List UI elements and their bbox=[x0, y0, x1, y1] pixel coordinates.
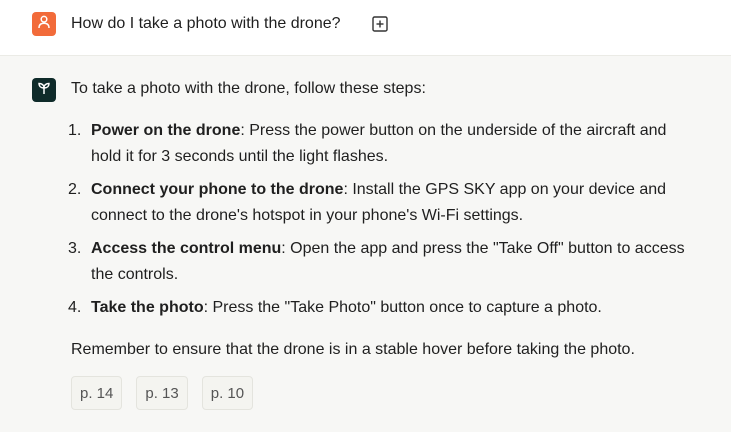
page-reference-chip[interactable]: p. 14 bbox=[71, 376, 123, 410]
user-avatar bbox=[32, 12, 56, 36]
user-question: How do I take a photo with the drone? bbox=[71, 15, 341, 32]
assistant-message-row: To take a photo with the drone, follow t… bbox=[0, 56, 731, 432]
step-item: 4. Take the photo: Press the "Take Photo… bbox=[68, 295, 688, 321]
step-number: 4. bbox=[68, 299, 82, 316]
page-reference-chip[interactable]: p. 13 bbox=[136, 376, 188, 410]
sprout-icon bbox=[36, 80, 52, 101]
step-title: Power on the drone bbox=[91, 122, 241, 139]
step-number: 1. bbox=[68, 122, 82, 139]
step-title: Take the photo bbox=[91, 299, 204, 316]
page-references: p. 14 p. 13 p. 10 bbox=[71, 376, 254, 410]
assistant-avatar bbox=[32, 78, 56, 102]
step-number: 2. bbox=[68, 181, 82, 198]
user-message-row: How do I take a photo with the drone? bbox=[0, 0, 731, 56]
step-item: 2. Connect your phone to the drone: Inst… bbox=[68, 177, 688, 229]
step-item: 3. Access the control menu: Open the app… bbox=[68, 236, 688, 288]
answer-outro: Remember to ensure that the drone is in … bbox=[71, 341, 635, 358]
step-number: 3. bbox=[68, 240, 82, 257]
person-icon bbox=[36, 14, 52, 35]
step-title: Access the control menu bbox=[91, 240, 282, 257]
step-text: : Press the "Take Photo" button once to … bbox=[203, 299, 602, 316]
answer-intro: To take a photo with the drone, follow t… bbox=[71, 80, 426, 97]
plus-square-icon[interactable] bbox=[372, 16, 388, 32]
steps-list: 1. Power on the drone: Press the power b… bbox=[68, 118, 688, 328]
step-title: Connect your phone to the drone bbox=[91, 181, 344, 198]
page-reference-chip[interactable]: p. 10 bbox=[201, 376, 254, 410]
step-item: 1. Power on the drone: Press the power b… bbox=[68, 118, 688, 170]
